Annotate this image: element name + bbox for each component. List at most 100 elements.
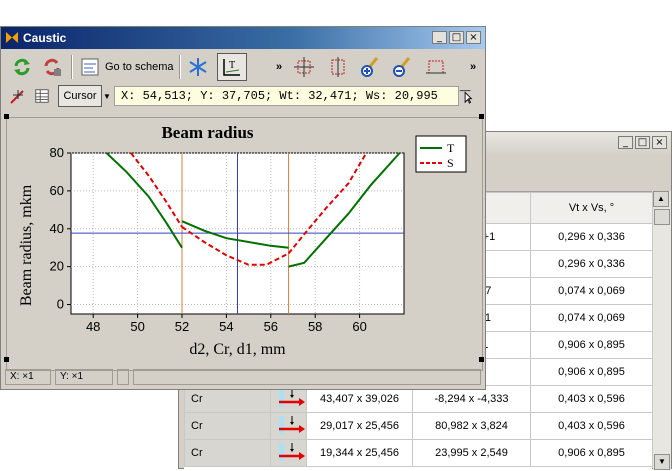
legend-box [415, 135, 467, 173]
arrow-cursor-icon [459, 90, 473, 104]
cursor-readout: X: 54,513; Y: 37,705; Wt: 32,471; Ws: 20… [114, 86, 459, 106]
caustic-app-icon [6, 32, 18, 43]
cursor-tool-icon [10, 90, 24, 104]
minimize-icon[interactable]: _ [432, 31, 447, 44]
table-row[interactable]: Cr 29,017 x 25,456 80,982 x 3,824 0,403 x 0… [184, 412, 653, 440]
selection-handle [4, 114, 9, 119]
legend-label-S: S [447, 156, 454, 170]
refresh-stop-button[interactable] [39, 53, 65, 81]
close-icon[interactable]: × [652, 136, 667, 149]
cell-angles: 0,906 x 0,895 [530, 358, 653, 386]
y-axis-label: Beam radius, mkm [18, 184, 35, 306]
minimize-icon[interactable]: _ [618, 136, 633, 149]
column-header-angles[interactable]: Vt x Vs, ° [530, 192, 653, 224]
refresh-icon [14, 58, 30, 76]
table-icon [35, 89, 49, 103]
selection-handle [4, 357, 9, 362]
cursor-mode-button[interactable]: Cursor [58, 85, 102, 107]
y-tick-label: 0 [57, 297, 64, 312]
goto-schema-button[interactable]: Go to schema [79, 53, 175, 81]
toolbar-separator [71, 55, 73, 79]
fit-vertical-button[interactable] [325, 53, 351, 81]
x-tick-label: 48 [86, 319, 100, 334]
zoom-out-button[interactable] [389, 53, 415, 81]
caustic-window: Caustic _ □ × Go to schema T » » Cursor … [0, 26, 486, 390]
results-vscroll[interactable]: ▲ ▼ [653, 191, 671, 470]
cell-angles: 0,296 x 0,336 [530, 223, 653, 251]
svg-text:T: T [229, 60, 235, 71]
schema-icon [81, 58, 99, 76]
cell-icon [270, 412, 307, 440]
zoom-in-button[interactable] [357, 53, 383, 81]
refresh-stop-icon [44, 58, 61, 76]
x-tick-label: 60 [352, 319, 366, 334]
x-axis-label: d2, Cr, d1, mm [189, 341, 286, 358]
zoom-out-icon [393, 57, 411, 77]
cell-angles: 0,074 x 0,069 [530, 277, 653, 305]
scroll-down-icon[interactable]: ▼ [654, 454, 670, 470]
cell-value: 23,995 x 2,549 [412, 439, 531, 467]
results-window-buttons: _ □ × [618, 136, 667, 149]
cursor-toolbar: Cursor ▼ X: 54,513; Y: 37,705; Wt: 32,47… [3, 85, 483, 109]
cell-angles: 0,906 x 0,895 [530, 439, 653, 467]
toolbar-separator [179, 55, 181, 79]
table-button[interactable] [31, 85, 53, 107]
caustic-titlebar[interactable]: Caustic _ □ × [1, 27, 485, 49]
refresh-button[interactable] [9, 53, 35, 81]
select-pointer-button[interactable] [455, 85, 477, 107]
chart-title: Beam radius [161, 123, 253, 142]
y-tick-label: 80 [50, 145, 64, 160]
freeze-button[interactable] [185, 53, 211, 81]
fit-both-button[interactable] [291, 53, 317, 81]
cell-angles: 0,296 x 0,336 [530, 250, 653, 278]
toolbar-overflow-button[interactable]: » [273, 53, 285, 81]
fit-horizontal-button[interactable] [423, 53, 449, 81]
cell-angles: 0,403 x 0,596 [530, 385, 653, 413]
x-tick-label: 52 [175, 319, 189, 334]
cell-angles: 0,074 x 0,069 [530, 304, 653, 332]
legend-label-T: T [447, 141, 455, 155]
pointer-button[interactable] [7, 85, 29, 107]
status-x-scale: X: ×1 [5, 369, 51, 385]
x-tick-label: 50 [130, 319, 144, 334]
y-tick-label: 40 [50, 221, 64, 236]
y-tick-label: 60 [50, 183, 64, 198]
window-title: Caustic [23, 31, 67, 45]
maximize-icon[interactable]: □ [635, 136, 650, 149]
snowflake-icon [189, 58, 207, 76]
maximize-icon[interactable]: □ [449, 31, 464, 44]
x-tick-label: 58 [308, 319, 322, 334]
table-row[interactable]: Cr 19,344 x 25,456 23,995 x 2,549 0,906 x 0… [184, 439, 653, 467]
caustic-window-buttons: _ □ × [432, 31, 481, 44]
toolbar-overflow-button-2[interactable]: » [467, 53, 479, 81]
fit-both-icon [294, 57, 314, 77]
goto-schema-label: Go to schema [105, 61, 174, 73]
cell-type: Cr [184, 439, 271, 467]
selection-handle [479, 114, 484, 119]
status-y-scale: Y: ×1 [55, 369, 113, 385]
close-icon[interactable]: × [466, 31, 481, 44]
status-bar: X: ×1 Y: ×1 [3, 367, 483, 387]
main-toolbar: Go to schema T » » [3, 51, 483, 83]
chart-mode-button[interactable]: T [217, 53, 247, 81]
cell-size: 19,344 x 25,456 [306, 439, 413, 467]
cursor-dropdown-icon[interactable]: ▼ [102, 85, 112, 107]
scroll-up-icon[interactable]: ▲ [653, 191, 669, 207]
selection-handle [479, 357, 484, 362]
status-panel [133, 369, 481, 385]
cell-icon [270, 439, 307, 467]
status-panel [117, 369, 129, 385]
chart-axes-icon: T [223, 59, 240, 76]
fit-vertical-icon [331, 57, 345, 77]
cell-value: 80,982 x 3,824 [412, 412, 531, 440]
direction-arrow-icon [279, 442, 305, 461]
scroll-thumb[interactable] [654, 209, 670, 225]
y-tick-label: 20 [50, 259, 64, 274]
cell-type: Cr [184, 412, 271, 440]
cell-size: 29,017 x 25,456 [306, 412, 413, 440]
cell-angles: 0,403 x 0,596 [530, 412, 653, 440]
x-tick-label: 54 [219, 319, 233, 334]
direction-arrow-icon [279, 415, 305, 434]
zoom-in-icon [361, 57, 379, 77]
beam-radius-chart[interactable]: Beam radius 48 50 52 54 56 58 60 0 20 40 60 80 d2, Cr… [7, 118, 482, 370]
